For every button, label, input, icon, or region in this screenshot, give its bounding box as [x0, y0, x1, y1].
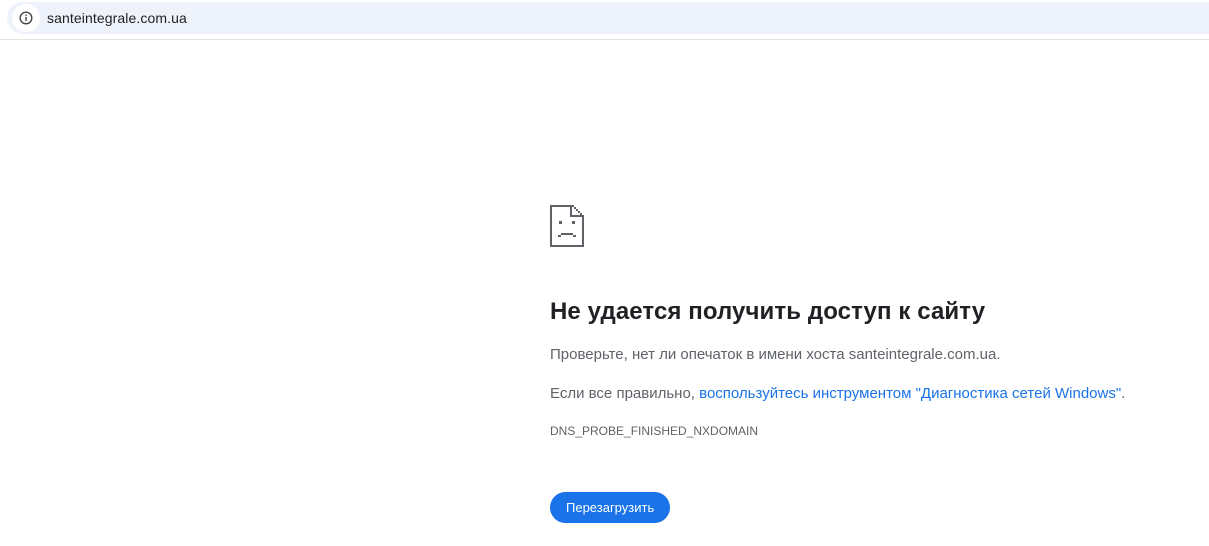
sad-page-icon [550, 205, 584, 247]
error-suggestion: Если все правильно, воспользуйтесь инстр… [550, 384, 1170, 404]
suggestion-prefix: Если все правильно, [550, 385, 700, 402]
info-icon[interactable] [12, 4, 40, 32]
address-bar[interactable]: santeintegrale.com.ua [7, 2, 1209, 34]
browser-toolbar: santeintegrale.com.ua [0, 0, 1209, 40]
error-content: Не удается получить доступ к сайту Прове… [550, 205, 1170, 523]
suggestion-suffix: . [1121, 385, 1126, 402]
error-title: Не удается получить доступ к сайту [550, 298, 986, 325]
error-check-text: Проверьте, нет ли опечаток в имени хоста… [550, 346, 1001, 363]
diagnostics-link[interactable]: воспользуйтесь инструментом "Диагностика… [699, 385, 1121, 402]
reload-button[interactable]: Перезагрузить [550, 492, 671, 523]
error-code: DNS_PROBE_FINISHED_NXDOMAIN [550, 424, 759, 438]
address-bar-url[interactable]: santeintegrale.com.ua [47, 10, 187, 26]
